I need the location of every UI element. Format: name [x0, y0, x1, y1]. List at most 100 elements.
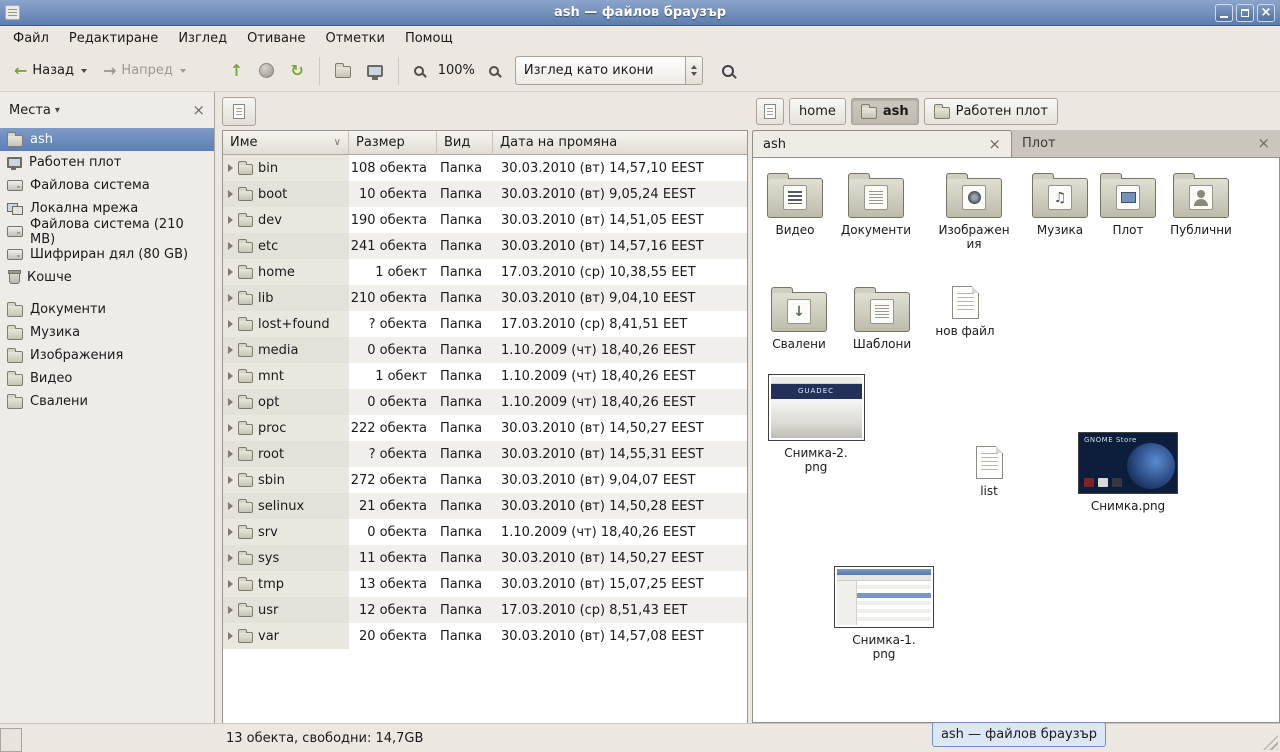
sidebar-item[interactable]: Файлова система (210 MB) [0, 220, 214, 243]
expander-icon[interactable] [228, 502, 233, 510]
column-header-size[interactable]: Размер [349, 131, 437, 155]
expander-icon[interactable] [228, 476, 233, 484]
path-root-button[interactable] [756, 98, 784, 125]
taskbar-window-button[interactable]: ash — файлов браузър [932, 722, 1106, 747]
sidebar-item[interactable]: Изображения [0, 344, 214, 367]
sidebar-item[interactable]: Видео [0, 367, 214, 390]
tab-ash[interactable]: ash × [752, 130, 1012, 157]
path-button-home[interactable]: home [789, 98, 846, 125]
table-row[interactable]: media 0 обекта Папка 1.10.2009 (чт) 18,4… [223, 337, 747, 363]
home-button[interactable] [327, 55, 359, 86]
menu-item[interactable]: Отиване [237, 28, 315, 49]
file-item-documents[interactable]: Документи [834, 172, 918, 237]
table-row[interactable]: dev 190 обекта Папка 30.03.2010 (вт) 14,… [223, 207, 747, 233]
spinner-icon[interactable] [685, 57, 702, 84]
tab-close-icon[interactable]: × [988, 137, 1001, 152]
close-button[interactable]: × [1257, 4, 1275, 22]
expander-icon[interactable] [228, 216, 233, 224]
table-row[interactable]: sys 11 обекта Папка 30.03.2010 (вт) 14,5… [223, 545, 747, 571]
up-button[interactable]: ↑ [222, 55, 251, 86]
column-header-name[interactable]: Име ∨ [223, 131, 349, 155]
table-row[interactable]: mnt 1 обект Папка 1.10.2009 (чт) 18,40,2… [223, 363, 747, 389]
file-item-templates[interactable]: Шаблони [840, 286, 924, 351]
path-button-desktop[interactable]: Работен плот [924, 98, 1058, 125]
file-item-desktop[interactable]: Плот [1086, 172, 1170, 237]
expander-icon[interactable] [228, 424, 233, 432]
tab-close-icon[interactable]: × [1257, 136, 1270, 151]
expander-icon[interactable] [228, 554, 233, 562]
table-row[interactable]: bin 108 обекта Папка 30.03.2010 (вт) 14,… [223, 155, 747, 181]
path-button-ash[interactable]: ash [851, 98, 919, 125]
sidebar-item[interactable]: Документи [0, 298, 214, 321]
search-button[interactable] [713, 55, 743, 86]
table-row[interactable]: var 20 обекта Папка 30.03.2010 (вт) 14,5… [223, 623, 747, 649]
table-row[interactable]: tmp 13 обекта Папка 30.03.2010 (вт) 15,0… [223, 571, 747, 597]
expander-icon[interactable] [228, 398, 233, 406]
pane-location-button[interactable] [222, 97, 256, 126]
file-item-snimka2[interactable]: GUADEC Снимка-2.png [767, 374, 865, 475]
table-row[interactable]: boot 10 обекта Папка 30.03.2010 (вт) 9,0… [223, 181, 747, 207]
chevron-down-icon[interactable]: ▾ [55, 105, 60, 116]
column-header-type[interactable]: Вид [437, 131, 493, 155]
menu-item[interactable]: Изглед [168, 28, 237, 49]
menu-item[interactable]: Файл [3, 28, 59, 49]
table-row[interactable]: opt 0 обекта Папка 1.10.2009 (чт) 18,40,… [223, 389, 747, 415]
expander-icon[interactable] [228, 190, 233, 198]
table-row[interactable]: selinux 21 обекта Папка 30.03.2010 (вт) … [223, 493, 747, 519]
back-history-chevron-icon[interactable] [81, 69, 87, 73]
maximize-button[interactable] [1236, 4, 1254, 22]
expander-icon[interactable] [228, 528, 233, 536]
zoom-out-button[interactable] [406, 55, 432, 86]
computer-button[interactable] [359, 55, 391, 86]
sidebar-close-button[interactable]: × [192, 103, 205, 118]
menu-item[interactable]: Отметки [315, 28, 394, 49]
expander-icon[interactable] [228, 294, 233, 302]
file-item-public[interactable]: Публични [1159, 172, 1243, 237]
sidebar-item[interactable]: Музика [0, 321, 214, 344]
table-row[interactable]: home 1 обект Папка 17.03.2010 (ср) 10,38… [223, 259, 747, 285]
file-item-list[interactable]: list [947, 446, 1031, 498]
file-item-snimka[interactable]: GNOME Store Снимка.png [1077, 432, 1179, 513]
table-row[interactable]: root ? обекта Папка 30.03.2010 (вт) 14,5… [223, 441, 747, 467]
sidebar-item[interactable]: ash [0, 128, 214, 151]
expander-icon[interactable] [228, 346, 233, 354]
file-item-pictures[interactable]: Изображения [932, 172, 1016, 252]
menu-item[interactable]: Помощ [395, 28, 463, 49]
expander-icon[interactable] [228, 450, 233, 458]
expander-icon[interactable] [228, 164, 233, 172]
expander-icon[interactable] [228, 580, 233, 588]
sidebar-item[interactable]: Работен плот [0, 151, 214, 174]
table-row[interactable]: usr 12 обекта Папка 17.03.2010 (ср) 8,51… [223, 597, 747, 623]
expander-icon[interactable] [228, 268, 233, 276]
expander-icon[interactable] [228, 242, 233, 250]
table-row[interactable]: lib 210 обекта Папка 30.03.2010 (вт) 9,0… [223, 285, 747, 311]
table-row[interactable]: proc 222 обекта Папка 30.03.2010 (вт) 14… [223, 415, 747, 441]
view-mode-select[interactable]: Изглед като икони [515, 56, 703, 85]
file-item-video[interactable]: Видео [753, 172, 837, 237]
expander-icon[interactable] [228, 632, 233, 640]
panel-corner[interactable] [0, 728, 22, 752]
file-item-downloads[interactable]: ↓ Свалени [757, 286, 841, 351]
table-row[interactable]: etc 241 обекта Папка 30.03.2010 (вт) 14,… [223, 233, 747, 259]
sidebar-item[interactable]: Свалени [0, 390, 214, 413]
column-header-date[interactable]: Дата на промяна [493, 131, 747, 155]
expander-icon[interactable] [228, 606, 233, 614]
tab-plot[interactable]: Плот × [1012, 130, 1280, 157]
sidebar-title[interactable]: Места [9, 103, 51, 118]
menu-item[interactable]: Редактиране [59, 28, 168, 49]
file-item-new-file[interactable]: нов файл [923, 286, 1007, 338]
zoom-in-button[interactable] [481, 55, 507, 86]
file-item-snimka1[interactable]: Снимка-1.png [833, 566, 935, 662]
table-row[interactable]: sbin 272 обекта Папка 30.03.2010 (вт) 9,… [223, 467, 747, 493]
expander-icon[interactable] [228, 320, 233, 328]
titlebar[interactable]: ash — файлов браузър × [0, 0, 1280, 26]
minimize-button[interactable] [1215, 4, 1233, 22]
sidebar-item[interactable]: Кошче [0, 266, 214, 289]
expander-icon[interactable] [228, 372, 233, 380]
reload-button[interactable]: ↻ [282, 55, 311, 86]
sidebar-item[interactable]: Шифриран дял (80 GB) [0, 243, 214, 266]
table-row[interactable]: lost+found ? обекта Папка 17.03.2010 (ср… [223, 311, 747, 337]
forward-button[interactable]: → Напред [95, 55, 194, 86]
sidebar-item[interactable]: Файлова система [0, 174, 214, 197]
icon-view[interactable]: Видео Документи Изображения ♫ Музика Пло… [752, 158, 1280, 723]
